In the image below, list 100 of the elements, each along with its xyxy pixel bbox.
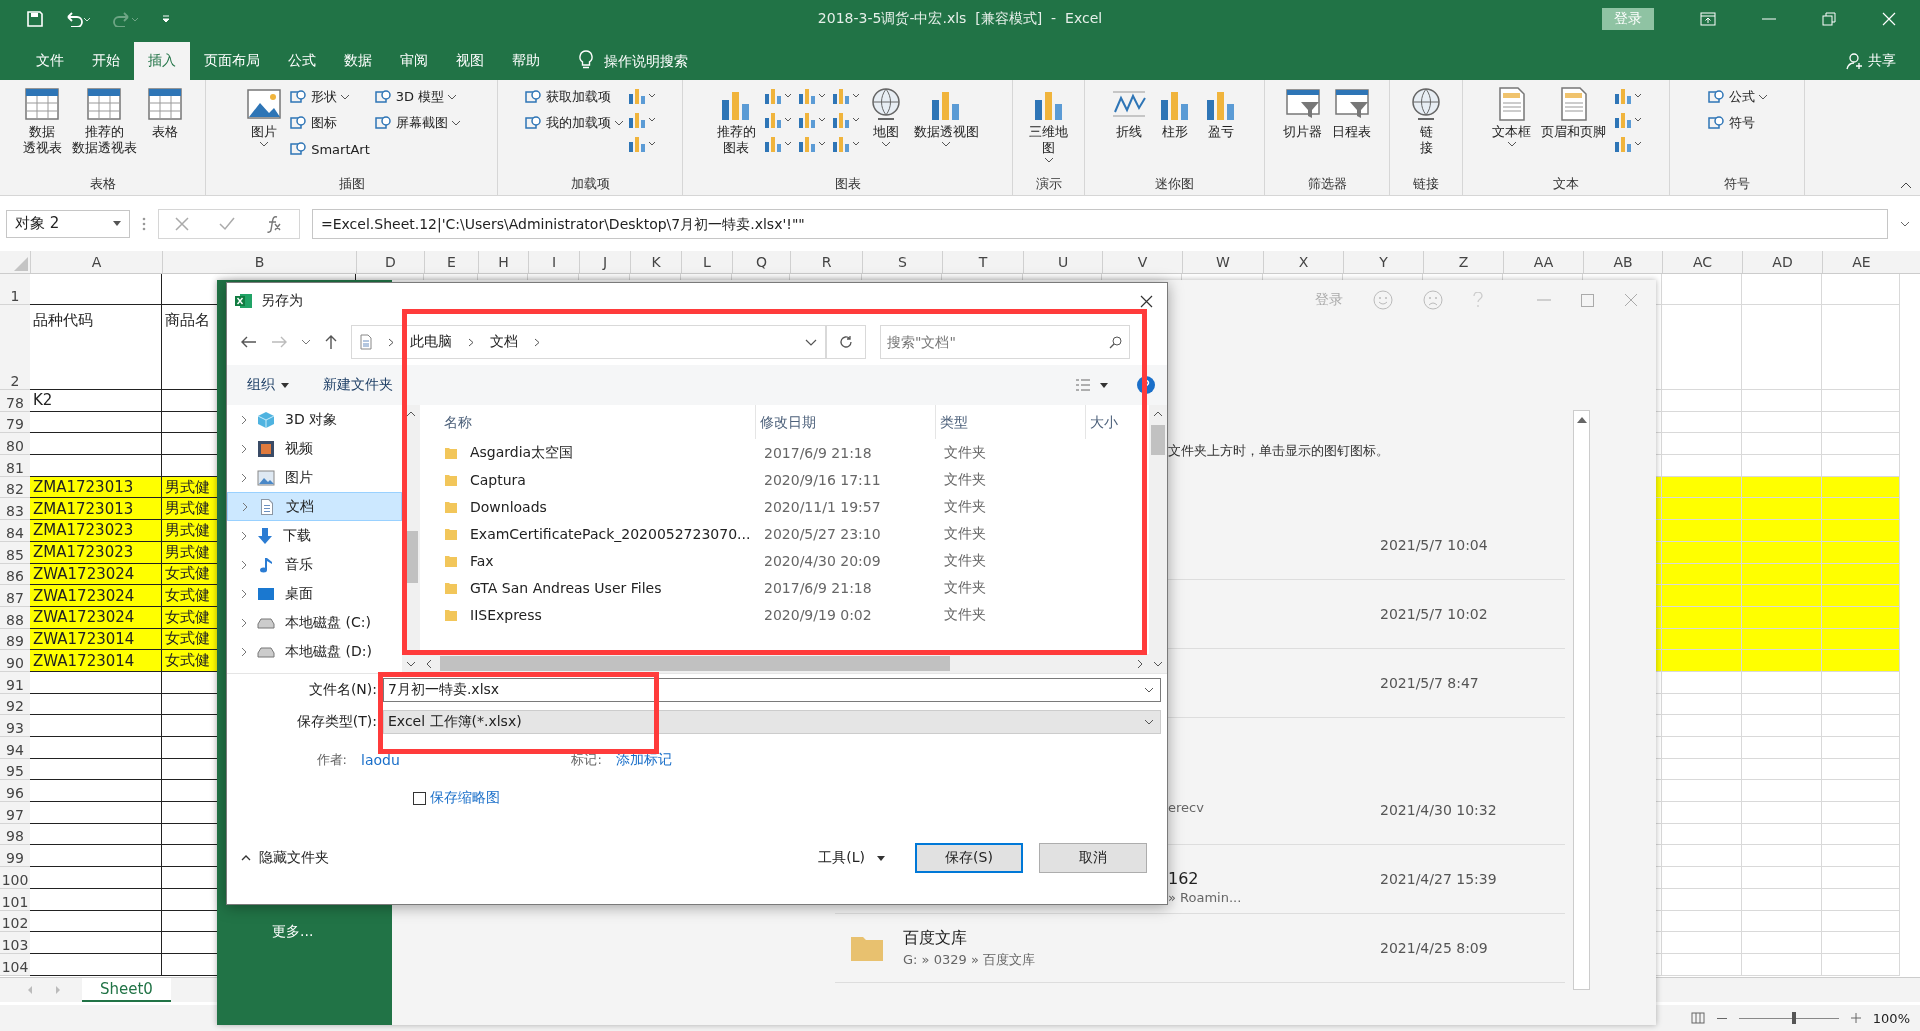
ribbon-tab[interactable]: 帮助: [498, 42, 554, 80]
formula-field[interactable]: =Excel.Sheet.12|'C:\Users\Administrator\Desktop\7月初一特卖.xlsx'!"": [312, 208, 1888, 239]
ribbon-button[interactable]: 3D 模型: [373, 86, 460, 108]
chart-icon[interactable]: [762, 110, 793, 130]
row-header[interactable]: 98: [0, 823, 30, 846]
ribbon-button[interactable]: 柱形: [1153, 84, 1196, 175]
ribbon-button[interactable]: 切片器: [1280, 84, 1325, 175]
zoom-in-icon[interactable]: [1850, 1013, 1861, 1023]
file-name[interactable]: IISExpress: [470, 606, 542, 623]
scroll-up-icon[interactable]: [406, 411, 416, 417]
ribbon-button[interactable]: 公式: [1707, 86, 1767, 108]
chart-icon[interactable]: [1613, 110, 1643, 130]
ribbon-button[interactable]: 盈亏: [1199, 84, 1242, 175]
row-header[interactable]: 99: [0, 845, 30, 868]
ribbon-button[interactable]: 推荐的 图表: [713, 84, 759, 175]
ribbon-tab[interactable]: 审阅: [386, 42, 442, 80]
column-header[interactable]: S: [862, 251, 942, 273]
row-header[interactable]: 90: [0, 650, 30, 672]
check-icon[interactable]: [219, 216, 235, 231]
more-link[interactable]: 更多...: [217, 923, 392, 941]
chart-icon[interactable]: [626, 134, 657, 154]
chart-icon[interactable]: [830, 110, 861, 130]
file-name[interactable]: Captura: [470, 471, 526, 488]
ribbon-tab[interactable]: 开始: [78, 42, 134, 80]
scroll-right-icon[interactable]: [1137, 658, 1143, 669]
chart-icon[interactable]: [830, 134, 861, 154]
row-header[interactable]: 1: [0, 274, 30, 305]
row-header[interactable]: 83: [0, 498, 30, 521]
save-icon[interactable]: [27, 11, 43, 27]
recent-item-name[interactable]: 162: [1168, 869, 1242, 888]
chart-icon[interactable]: [762, 86, 793, 106]
ribbon-tab[interactable]: 数据: [330, 42, 386, 80]
column-header[interactable]: AC: [1662, 251, 1742, 273]
checkbox[interactable]: [413, 791, 426, 805]
chart-icon[interactable]: [1613, 134, 1643, 154]
hide-folders-button[interactable]: 隐藏文件夹: [241, 849, 329, 867]
ribbon-button[interactable]: 获取加载项: [523, 86, 623, 108]
ribbon-tab[interactable]: 文件: [22, 42, 78, 80]
ribbon-button[interactable]: 符号: [1707, 112, 1767, 134]
file-name[interactable]: ExamCertificatePack_2020052723070...: [470, 525, 751, 542]
ribbon-button[interactable]: 文本框: [1489, 84, 1534, 175]
row-header[interactable]: 102: [0, 910, 30, 933]
expand-icon[interactable]: [1900, 220, 1910, 227]
cancel-button[interactable]: 取消: [1039, 843, 1147, 873]
refresh-button[interactable]: [826, 325, 866, 359]
checkbox-label[interactable]: 保存缩略图: [430, 789, 500, 807]
customize-icon[interactable]: [161, 14, 171, 24]
column-header[interactable]: 大小: [1086, 405, 1126, 439]
column-header[interactable]: U: [1023, 251, 1102, 273]
row-header[interactable]: 101: [0, 888, 30, 911]
back-icon[interactable]: [241, 336, 257, 348]
column-header[interactable]: 名称: [440, 405, 756, 439]
ribbon-tab[interactable]: 视图: [442, 42, 498, 80]
column-header[interactable]: K: [630, 251, 681, 273]
ribbon-button[interactable]: 链 接: [1405, 84, 1447, 175]
ribbon-button[interactable]: SmartArt: [289, 138, 370, 160]
scroll-down-icon[interactable]: [406, 661, 416, 667]
row-header[interactable]: 88: [0, 606, 30, 629]
collapse-ribbon-icon[interactable]: [1900, 182, 1912, 189]
row-header[interactable]: 89: [0, 628, 30, 651]
ribbon-tab[interactable]: 页面布局: [190, 42, 274, 80]
lightbulb-icon[interactable]: [578, 50, 594, 70]
row-header[interactable]: 91: [0, 671, 30, 694]
row-header[interactable]: 103: [0, 932, 30, 954]
search-field[interactable]: 搜索"文档": [880, 325, 1130, 359]
ribbon-button[interactable]: 页眉和页脚: [1538, 84, 1609, 175]
row-header[interactable]: 104: [0, 953, 30, 976]
chart-icon[interactable]: [1613, 86, 1643, 106]
chart-icon[interactable]: [796, 110, 827, 130]
recent-locations-icon[interactable]: [301, 339, 311, 345]
column-header[interactable]: V: [1102, 251, 1182, 273]
tools-button[interactable]: 工具(L): [818, 849, 885, 867]
column-header[interactable]: 类型: [936, 405, 1086, 439]
scroll-up-icon[interactable]: [1576, 417, 1587, 423]
chart-icon[interactable]: [626, 110, 657, 130]
author-link[interactable]: laodu: [361, 752, 400, 768]
ribbon-button[interactable]: 图片: [243, 84, 286, 175]
ribbon-button[interactable]: 表格: [143, 84, 186, 175]
ribbon-button[interactable]: 图标: [289, 112, 370, 134]
row-header[interactable]: 85: [0, 541, 30, 564]
scroll-down-icon[interactable]: [1153, 661, 1163, 667]
folder-tree-item[interactable]: 3D 对象: [227, 405, 402, 434]
row-header[interactable]: 96: [0, 780, 30, 803]
chart-icon[interactable]: [796, 134, 827, 154]
column-header[interactable]: AA: [1503, 251, 1583, 273]
column-header[interactable]: I: [528, 251, 579, 273]
row-header[interactable]: 93: [0, 715, 30, 737]
column-header[interactable]: R: [790, 251, 862, 273]
chart-icon[interactable]: [830, 86, 861, 106]
folder-tree-item[interactable]: 视频: [227, 434, 402, 463]
row-header[interactable]: 92: [0, 693, 30, 716]
column-header[interactable]: B: [162, 251, 356, 273]
row-header[interactable]: 82: [0, 476, 30, 499]
chart-icon[interactable]: [626, 86, 657, 106]
page-layout-icon[interactable]: [1690, 1012, 1705, 1024]
breadcrumb-item[interactable]: 此电脑: [410, 333, 452, 351]
share-button[interactable]: 共享: [1846, 42, 1896, 80]
column-header[interactable]: E: [424, 251, 478, 273]
row-header[interactable]: 100: [0, 867, 30, 889]
row-header[interactable]: 81: [0, 455, 30, 477]
